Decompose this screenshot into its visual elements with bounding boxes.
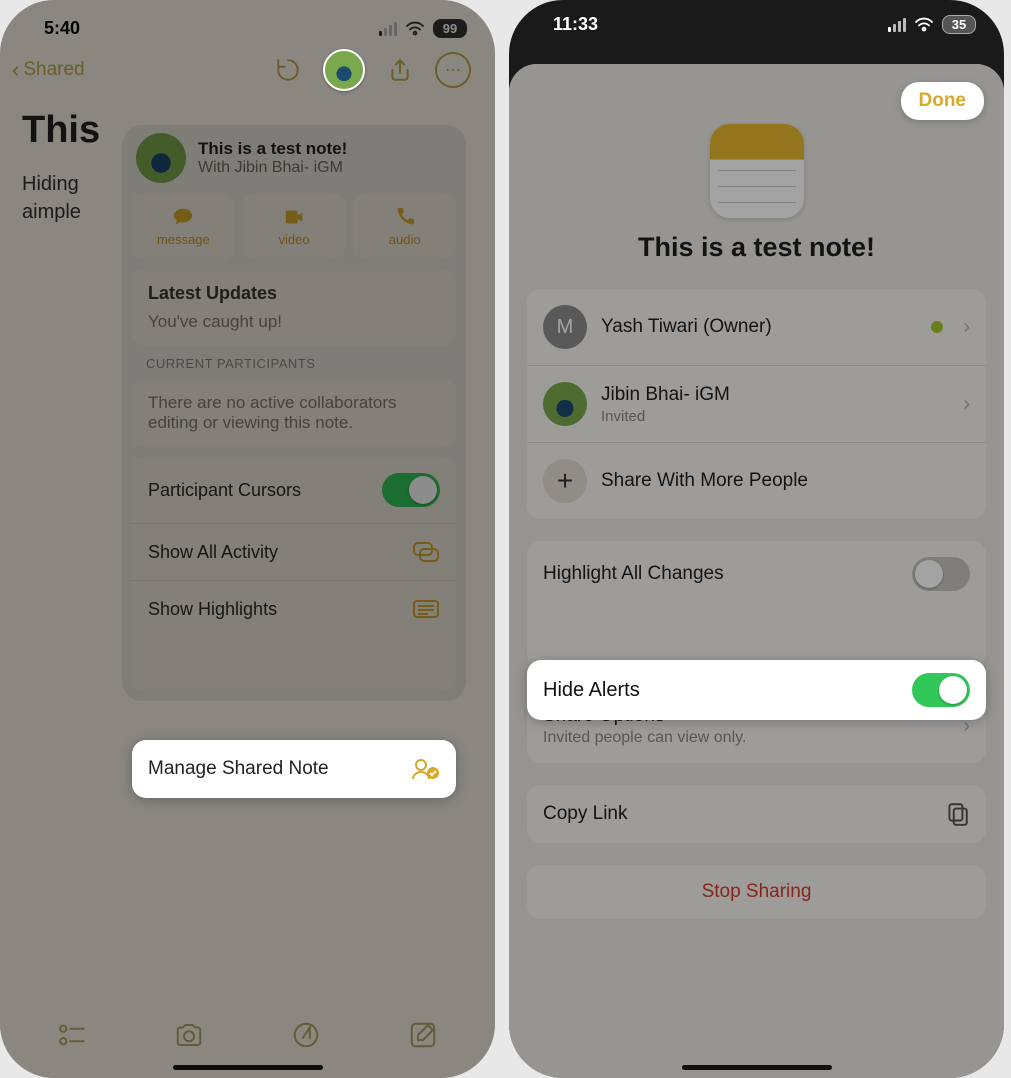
updates-body: You've caught up! bbox=[148, 312, 440, 332]
message-icon bbox=[171, 206, 195, 228]
cellular-icon bbox=[888, 18, 906, 32]
owner-name: Yash Tiwari (Owner) bbox=[601, 316, 917, 338]
markup-icon[interactable] bbox=[289, 1020, 323, 1050]
battery-level: 35 bbox=[942, 15, 976, 34]
participant-cursors-row[interactable]: Participant Cursors bbox=[132, 457, 456, 523]
status-time: 11:33 bbox=[553, 14, 598, 35]
show-activity-row[interactable]: Show All Activity bbox=[132, 523, 456, 580]
show-highlights-row[interactable]: Show Highlights bbox=[132, 580, 456, 637]
home-indicator[interactable] bbox=[173, 1065, 323, 1070]
status-icons: 35 bbox=[888, 15, 976, 34]
more-icon[interactable]: ⋯ bbox=[435, 52, 471, 88]
manage-label: Manage Shared Note bbox=[148, 758, 329, 780]
invitee-status: Invited bbox=[601, 408, 949, 425]
collaboration-popover: This is a test note! With Jibin Bhai- iG… bbox=[122, 125, 466, 701]
options-card: Participant Cursors Show All Activity Sh… bbox=[132, 457, 456, 691]
invitee-row[interactable]: Jibin Bhai- iGM Invited › bbox=[527, 365, 986, 442]
activity-icon bbox=[412, 540, 440, 564]
participants-body: There are no active collaborators editin… bbox=[148, 393, 440, 433]
status-icons: 99 bbox=[379, 19, 467, 38]
highlights-label: Show Highlights bbox=[148, 599, 277, 620]
hide-alerts-toggle-on[interactable] bbox=[912, 673, 970, 707]
people-card: M Yash Tiwari (Owner) › Jibin Bhai- iGM … bbox=[527, 289, 986, 519]
message-button[interactable]: message bbox=[132, 193, 235, 259]
highlight-label: Highlight All Changes bbox=[543, 563, 724, 585]
share-more-label: Share With More People bbox=[601, 470, 970, 492]
participants-card: There are no active collaborators editin… bbox=[132, 379, 456, 447]
undo-icon[interactable] bbox=[275, 57, 301, 83]
checklist-icon[interactable] bbox=[55, 1020, 89, 1050]
status-bar: 11:33 35 bbox=[509, 0, 1004, 41]
stop-sharing-label: Stop Sharing bbox=[702, 881, 812, 903]
share-icon[interactable] bbox=[387, 57, 413, 83]
share-more-row[interactable]: + Share With More People bbox=[527, 442, 986, 519]
back-label: Shared bbox=[23, 59, 84, 81]
hide-alerts-label: Hide Alerts bbox=[543, 679, 640, 702]
notes-app-screen: 5:40 99 ‹ Shared ⋯ This Hiding bbox=[0, 0, 495, 1078]
copy-link-card: Copy Link bbox=[527, 785, 986, 843]
screenshot-left: 5:40 99 ‹ Shared ⋯ This Hiding bbox=[0, 0, 495, 1078]
updates-title: Latest Updates bbox=[148, 283, 440, 304]
latest-updates-card: Latest Updates You've caught up! bbox=[132, 269, 456, 346]
wifi-icon bbox=[405, 21, 425, 36]
settings-card-1: Highlight All Changes bbox=[527, 541, 986, 667]
share-options-sub: Invited people can view only. bbox=[543, 729, 746, 747]
invitee-avatar bbox=[543, 382, 587, 426]
notes-app-icon bbox=[710, 124, 804, 218]
bottom-toolbar bbox=[0, 1020, 495, 1056]
screenshot-right: 11:33 35 This is a test note! M Yash Tiw… bbox=[509, 0, 1004, 1078]
highlight-changes-row[interactable]: Highlight All Changes bbox=[527, 541, 986, 607]
owner-avatar: M bbox=[543, 305, 587, 349]
home-indicator[interactable] bbox=[682, 1065, 832, 1070]
cursors-toggle-on[interactable] bbox=[382, 473, 440, 507]
status-bar: 5:40 99 bbox=[0, 0, 495, 45]
sheet-title: This is a test note! bbox=[509, 232, 1004, 263]
stop-sharing-card: Stop Sharing bbox=[527, 865, 986, 919]
done-label: Done bbox=[919, 90, 967, 111]
chevron-right-icon: › bbox=[963, 393, 970, 416]
camera-icon[interactable] bbox=[172, 1020, 206, 1050]
copy-link-row[interactable]: Copy Link bbox=[527, 785, 986, 843]
note-line-2: aimple bbox=[22, 201, 81, 223]
battery-level: 99 bbox=[433, 19, 467, 38]
hide-alerts-row[interactable]: Hide Alerts bbox=[527, 660, 986, 720]
chevron-right-icon: › bbox=[963, 316, 970, 339]
activity-label: Show All Activity bbox=[148, 542, 278, 563]
note-line-1: Hiding bbox=[22, 173, 79, 195]
audio-button[interactable]: audio bbox=[353, 193, 456, 259]
wifi-icon bbox=[914, 17, 934, 32]
online-status-dot bbox=[931, 321, 943, 333]
status-time: 5:40 bbox=[44, 18, 80, 39]
compose-icon[interactable] bbox=[406, 1020, 440, 1050]
video-button[interactable]: video bbox=[243, 193, 346, 259]
video-icon bbox=[282, 206, 306, 228]
back-button[interactable]: ‹ Shared bbox=[12, 57, 85, 83]
chevron-left-icon: ‹ bbox=[12, 57, 19, 83]
collaborator-avatar[interactable] bbox=[323, 49, 365, 91]
share-sheet: This is a test note! M Yash Tiwari (Owne… bbox=[509, 64, 1004, 1078]
popover-title: This is a test note! bbox=[198, 139, 347, 159]
highlights-icon bbox=[412, 597, 440, 621]
owner-row[interactable]: M Yash Tiwari (Owner) › bbox=[527, 289, 986, 365]
highlight-toggle-off[interactable] bbox=[912, 557, 970, 591]
stop-sharing-row[interactable]: Stop Sharing bbox=[527, 865, 986, 919]
nav-bar: ‹ Shared ⋯ bbox=[0, 45, 495, 101]
copy-icon bbox=[944, 801, 970, 827]
people-check-icon bbox=[410, 756, 440, 782]
manage-shared-note-row[interactable]: Manage Shared Note bbox=[132, 740, 456, 798]
popover-avatar bbox=[136, 133, 186, 183]
invitee-name: Jibin Bhai- iGM bbox=[601, 384, 949, 406]
plus-icon: + bbox=[543, 459, 587, 503]
copy-link-label: Copy Link bbox=[543, 803, 628, 825]
audio-label: audio bbox=[389, 232, 421, 247]
popover-subtitle: With Jibin Bhai- iGM bbox=[198, 159, 347, 177]
message-label: message bbox=[157, 232, 210, 247]
done-button[interactable]: Done bbox=[901, 82, 985, 120]
phone-icon bbox=[393, 206, 417, 228]
cursors-label: Participant Cursors bbox=[148, 480, 301, 501]
video-label: video bbox=[278, 232, 309, 247]
participants-label: CURRENT PARTICIPANTS bbox=[146, 356, 442, 371]
cellular-icon bbox=[379, 22, 397, 36]
